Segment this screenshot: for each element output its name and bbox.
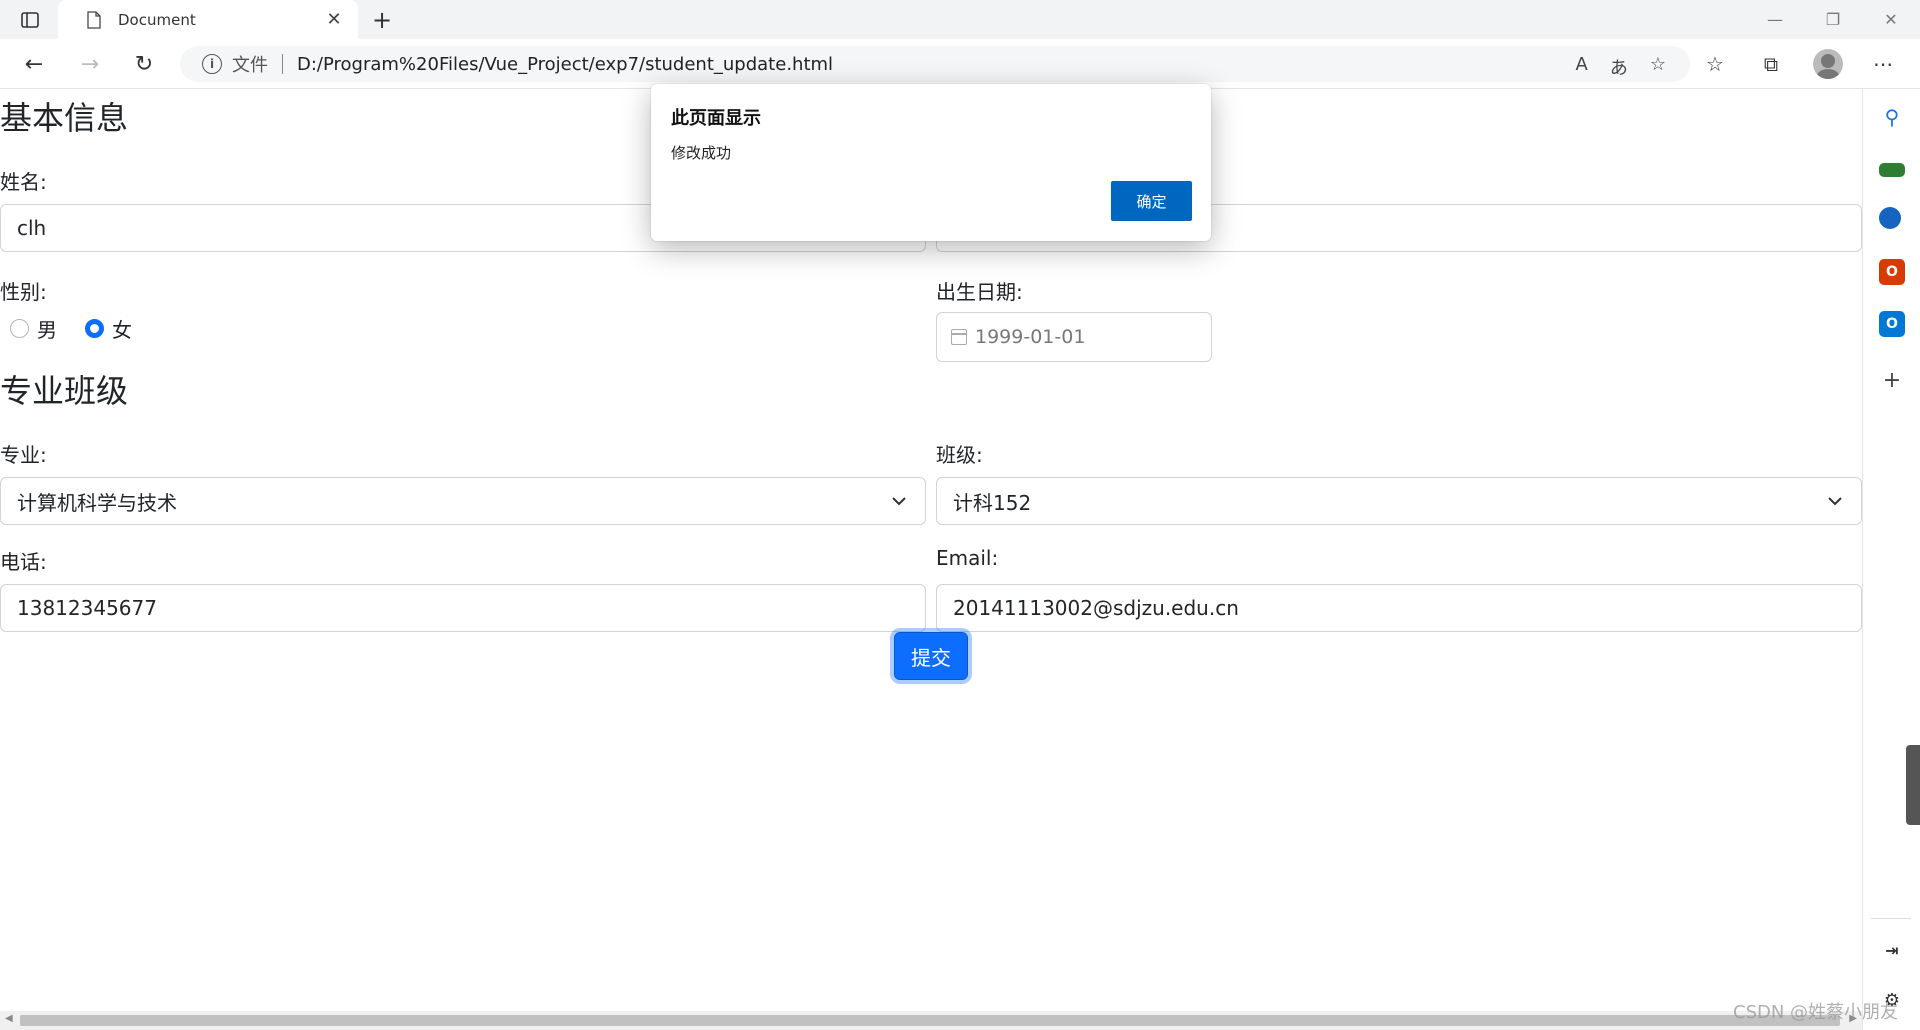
- profile-avatar[interactable]: [1813, 48, 1843, 80]
- dialog-ok-button[interactable]: 确定: [1111, 181, 1192, 221]
- dialog-title: 此页面显示: [671, 108, 761, 129]
- email-label: Email:: [936, 546, 999, 570]
- phone-value: 13812345677: [17, 596, 157, 620]
- add-favorite-icon[interactable]: ☆: [1650, 54, 1666, 80]
- tab-title: Document: [118, 10, 196, 29]
- new-tab-icon[interactable]: +: [368, 6, 396, 34]
- reload-icon[interactable]: ↻: [126, 47, 162, 81]
- favorites-icon[interactable]: ☆: [1700, 48, 1730, 80]
- add-icon[interactable]: +: [1879, 367, 1905, 393]
- chevron-down-icon: [1828, 497, 1842, 506]
- more-menu-icon[interactable]: ⋯: [1868, 48, 1898, 80]
- gender-label: 性别:: [0, 280, 47, 304]
- address-bar[interactable]: i 文件 D:/Program%20Files/Vue_Project/exp7…: [180, 46, 1690, 82]
- collections-icon[interactable]: ⧉: [1756, 48, 1786, 80]
- restore-icon[interactable]: ❐: [1804, 0, 1862, 39]
- birth-date-input[interactable]: 1999-01-01: [936, 312, 1212, 362]
- window-close-icon[interactable]: ✕: [1862, 0, 1920, 39]
- translate-icon[interactable]: あ: [1610, 54, 1628, 80]
- submit-button[interactable]: 提交: [894, 632, 968, 680]
- sidebar-divider: [1871, 918, 1911, 919]
- gender-female-label[interactable]: 女: [112, 314, 132, 343]
- read-aloud-icon[interactable]: A: [1576, 54, 1588, 80]
- gender-radio-male[interactable]: [10, 319, 29, 338]
- tab-actions-icon[interactable]: [16, 8, 44, 32]
- tab-strip: Document ✕ + — ❐ ✕: [0, 0, 1920, 39]
- class-selected-value: 计科152: [953, 490, 1032, 515]
- email-value: 20141113002@sdjzu.edu.cn: [953, 596, 1239, 620]
- forward-icon[interactable]: →: [72, 47, 108, 81]
- tab-close-icon[interactable]: ✕: [322, 9, 346, 30]
- browser-tab[interactable]: Document ✕: [58, 0, 358, 39]
- dialog-message: 修改成功: [671, 144, 732, 162]
- phone-label: 电话:: [0, 550, 47, 574]
- info-icon[interactable]: i: [202, 54, 222, 74]
- games-icon[interactable]: [1879, 207, 1901, 229]
- window-controls: — ❐ ✕: [1746, 0, 1920, 39]
- class-label: 班级:: [936, 443, 983, 467]
- gender-radio-group: 男 女: [10, 314, 160, 343]
- scrollbar-thumb[interactable]: [20, 1015, 1840, 1026]
- scroll-left-icon[interactable]: ◀: [5, 1013, 13, 1024]
- watermark: CSDN @姓蔡小朋友: [1733, 1002, 1899, 1023]
- hide-sidebar-icon[interactable]: ⇥: [1879, 937, 1905, 963]
- class-select[interactable]: 计科152: [936, 477, 1862, 525]
- major-label: 专业:: [0, 443, 47, 467]
- office-icon[interactable]: O: [1879, 259, 1905, 285]
- name-value: clh: [17, 216, 47, 240]
- browser-toolbar: ← → ↻ i 文件 D:/Program%20Files/Vue_Projec…: [0, 39, 1920, 89]
- calendar-icon: [951, 329, 967, 345]
- address-url[interactable]: D:/Program%20Files/Vue_Project/exp7/stud…: [297, 54, 833, 75]
- basic-info-title: 基本信息: [0, 99, 129, 137]
- shopping-icon[interactable]: [1879, 163, 1905, 177]
- outlook-icon[interactable]: O: [1879, 311, 1905, 337]
- alert-dialog: 此页面显示 修改成功 确定: [651, 84, 1211, 241]
- chevron-down-icon: [892, 497, 906, 506]
- minimize-icon[interactable]: —: [1746, 0, 1804, 39]
- search-icon[interactable]: ⚲: [1879, 104, 1905, 130]
- birth-label: 出生日期:: [936, 280, 1023, 304]
- email-input[interactable]: 20141113002@sdjzu.edu.cn: [936, 584, 1862, 632]
- major-class-title: 专业班级: [0, 372, 129, 410]
- edge-handle[interactable]: [1906, 745, 1920, 825]
- major-selected-value: 计算机科学与技术: [17, 490, 177, 515]
- document-icon: [87, 10, 101, 29]
- major-select[interactable]: 计算机科学与技术: [0, 477, 926, 525]
- gender-radio-female[interactable]: [85, 319, 104, 338]
- gender-male-label[interactable]: 男: [37, 314, 57, 343]
- back-icon[interactable]: ←: [16, 47, 52, 81]
- address-scheme-label: 文件: [232, 55, 268, 76]
- name-label: 姓名:: [0, 170, 47, 194]
- address-separator: [282, 54, 283, 74]
- birth-date-value: 1999-01-01: [975, 326, 1086, 348]
- phone-input[interactable]: 13812345677: [0, 584, 926, 632]
- edge-sidebar: ⚲ O O + ⇥ ⚙: [1862, 89, 1920, 1030]
- horizontal-scrollbar[interactable]: ◀ ▶: [0, 1011, 1862, 1030]
